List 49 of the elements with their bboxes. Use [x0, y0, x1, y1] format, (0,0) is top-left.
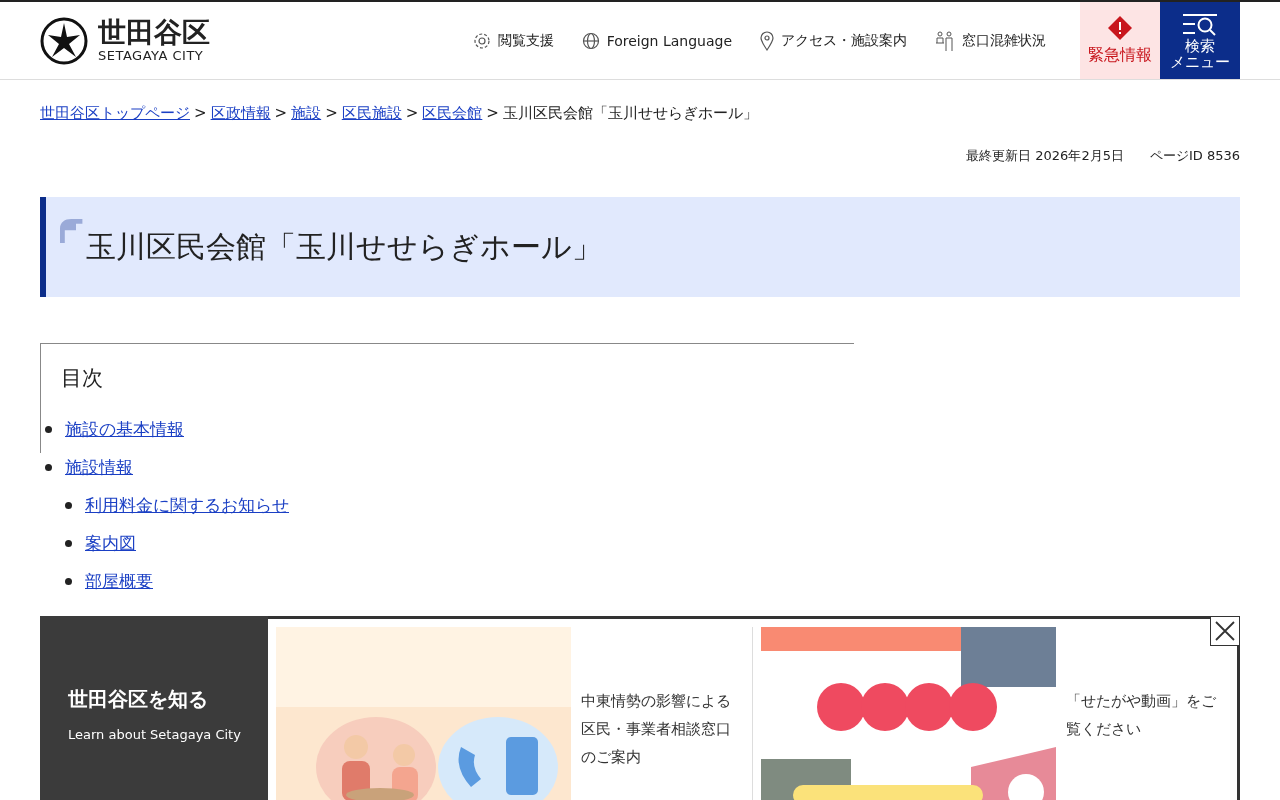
- banner-card[interactable]: 「せたがや動画」をご覧ください: [752, 627, 1237, 800]
- globe-icon: [581, 31, 600, 50]
- banner-heading: 世田谷区を知る: [68, 685, 209, 713]
- last-updated-date: 最終更新日 2026年2月5日: [966, 147, 1124, 165]
- banner-card[interactable]: 中東情勢の影響による区民・事業者相談窓口のご案内: [276, 627, 752, 800]
- breadcrumb-separator: >: [325, 104, 338, 123]
- toc-link[interactable]: 部屋概要: [85, 571, 153, 591]
- close-icon: [1214, 620, 1236, 642]
- bullet-icon: [65, 578, 72, 585]
- gear-icon: [472, 31, 491, 50]
- utility-link[interactable]: 窓口混雑状況: [935, 30, 1046, 51]
- banner-caption: 「せたがや動画」をご覧ください: [1066, 691, 1217, 740]
- utility-link[interactable]: 閲覧支援: [472, 30, 554, 51]
- emergency-info-button[interactable]: 緊急情報: [1080, 2, 1160, 79]
- menu-search-icon: [1181, 11, 1219, 38]
- site-logo-subtitle: SETAGAYA CITY: [98, 48, 205, 63]
- page-title: 玉川区民会館「玉川せせらぎホール」: [86, 227, 602, 266]
- people-icon: [935, 30, 955, 51]
- bullet-icon: [65, 502, 72, 509]
- toc-link[interactable]: 施設の基本情報: [65, 419, 184, 439]
- banner-caption: 中東情勢の影響による区民・事業者相談窓口のご案内: [581, 691, 732, 768]
- warning-icon: [1107, 15, 1133, 41]
- utility-link[interactable]: アクセス・施設案内: [760, 30, 907, 51]
- breadcrumb-link[interactable]: 世田谷区トップページ: [40, 104, 190, 123]
- bullet-icon: [45, 426, 52, 433]
- breadcrumb-link[interactable]: 区政情報: [210, 104, 271, 123]
- page-id: ページID 8536: [1149, 147, 1240, 165]
- close-button[interactable]: [1210, 616, 1240, 646]
- toc-link[interactable]: 案内図: [85, 533, 136, 553]
- emblem-icon: [40, 16, 88, 65]
- map-pin-icon: [760, 30, 774, 51]
- quote-mark-icon: [60, 219, 84, 243]
- breadcrumb-link[interactable]: 区民会館: [422, 104, 483, 123]
- breadcrumb-link[interactable]: 区民施設: [341, 104, 402, 123]
- banner-subheading: Learn about Setagaya City: [68, 726, 242, 742]
- breadcrumb-separator: >: [274, 104, 288, 123]
- toc-link[interactable]: 施設情報: [65, 457, 133, 477]
- toc-link[interactable]: 利用料金に関するお知らせ: [85, 495, 289, 515]
- bullet-icon: [65, 540, 72, 547]
- utility-link[interactable]: Foreign Language: [581, 30, 732, 51]
- bullet-icon: [45, 464, 52, 471]
- search-menu-button[interactable]: 検索 メニュー: [1160, 2, 1240, 79]
- breadcrumb-separator: >: [194, 104, 207, 123]
- breadcrumb-current: 玉川区民会館「玉川せせらぎホール」: [502, 104, 758, 123]
- breadcrumb-link[interactable]: 施設: [291, 104, 322, 123]
- breadcrumb-separator: >: [405, 104, 419, 123]
- site-logo-title[interactable]: 世田谷区: [98, 18, 210, 48]
- toc-heading: 目次: [61, 365, 104, 392]
- breadcrumb-separator: >: [486, 104, 499, 123]
